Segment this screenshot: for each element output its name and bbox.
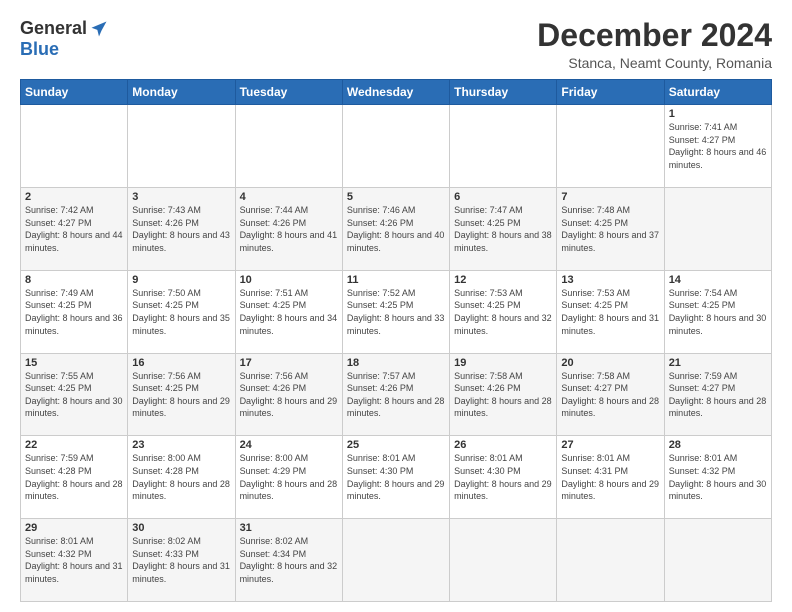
table-row	[450, 519, 557, 602]
table-row: 20Sunrise: 7:58 AMSunset: 4:27 PMDayligh…	[557, 353, 664, 436]
table-row: 13Sunrise: 7:53 AMSunset: 4:25 PMDayligh…	[557, 270, 664, 353]
empty-cell	[128, 105, 235, 188]
table-row: 7Sunrise: 7:48 AMSunset: 4:25 PMDaylight…	[557, 187, 664, 270]
table-row: 25Sunrise: 8:01 AMSunset: 4:30 PMDayligh…	[342, 436, 449, 519]
table-row: 9Sunrise: 7:50 AMSunset: 4:25 PMDaylight…	[128, 270, 235, 353]
col-thursday: Thursday	[450, 80, 557, 105]
header: General Blue December 2024 Stanca, Neamt…	[20, 18, 772, 71]
table-row	[342, 519, 449, 602]
col-wednesday: Wednesday	[342, 80, 449, 105]
table-row: 24Sunrise: 8:00 AMSunset: 4:29 PMDayligh…	[235, 436, 342, 519]
calendar-header-row: Sunday Monday Tuesday Wednesday Thursday…	[21, 80, 772, 105]
table-row: 11Sunrise: 7:52 AMSunset: 4:25 PMDayligh…	[342, 270, 449, 353]
table-row: 8Sunrise: 7:49 AMSunset: 4:25 PMDaylight…	[21, 270, 128, 353]
table-row: 1Sunrise: 7:41 AMSunset: 4:27 PMDaylight…	[664, 105, 771, 188]
table-row: 14Sunrise: 7:54 AMSunset: 4:25 PMDayligh…	[664, 270, 771, 353]
table-row: 10Sunrise: 7:51 AMSunset: 4:25 PMDayligh…	[235, 270, 342, 353]
table-row: 26Sunrise: 8:01 AMSunset: 4:30 PMDayligh…	[450, 436, 557, 519]
calendar-week-5: 22Sunrise: 7:59 AMSunset: 4:28 PMDayligh…	[21, 436, 772, 519]
empty-cell	[235, 105, 342, 188]
table-row: 22Sunrise: 7:59 AMSunset: 4:28 PMDayligh…	[21, 436, 128, 519]
main-title: December 2024	[537, 18, 772, 53]
col-monday: Monday	[128, 80, 235, 105]
col-sunday: Sunday	[21, 80, 128, 105]
calendar-table: Sunday Monday Tuesday Wednesday Thursday…	[20, 79, 772, 602]
table-row: 5Sunrise: 7:46 AMSunset: 4:26 PMDaylight…	[342, 187, 449, 270]
calendar-week-6: 29Sunrise: 8:01 AMSunset: 4:32 PMDayligh…	[21, 519, 772, 602]
table-row: 12Sunrise: 7:53 AMSunset: 4:25 PMDayligh…	[450, 270, 557, 353]
empty-cell	[557, 105, 664, 188]
col-saturday: Saturday	[664, 80, 771, 105]
table-row: 3Sunrise: 7:43 AMSunset: 4:26 PMDaylight…	[128, 187, 235, 270]
table-row: 21Sunrise: 7:59 AMSunset: 4:27 PMDayligh…	[664, 353, 771, 436]
calendar-week-3: 8Sunrise: 7:49 AMSunset: 4:25 PMDaylight…	[21, 270, 772, 353]
empty-cell	[450, 105, 557, 188]
table-row: 28Sunrise: 8:01 AMSunset: 4:32 PMDayligh…	[664, 436, 771, 519]
empty-cell	[21, 105, 128, 188]
table-row: 4Sunrise: 7:44 AMSunset: 4:26 PMDaylight…	[235, 187, 342, 270]
table-row: 18Sunrise: 7:57 AMSunset: 4:26 PMDayligh…	[342, 353, 449, 436]
table-row	[664, 519, 771, 602]
table-row: 31Sunrise: 8:02 AMSunset: 4:34 PMDayligh…	[235, 519, 342, 602]
empty-cell	[342, 105, 449, 188]
page: General Blue December 2024 Stanca, Neamt…	[0, 0, 792, 612]
logo-blue-text: Blue	[20, 39, 59, 59]
table-row: 23Sunrise: 8:00 AMSunset: 4:28 PMDayligh…	[128, 436, 235, 519]
calendar-week-4: 15Sunrise: 7:55 AMSunset: 4:25 PMDayligh…	[21, 353, 772, 436]
table-row	[664, 187, 771, 270]
table-row: 27Sunrise: 8:01 AMSunset: 4:31 PMDayligh…	[557, 436, 664, 519]
calendar-week-2: 2Sunrise: 7:42 AMSunset: 4:27 PMDaylight…	[21, 187, 772, 270]
table-row: 6Sunrise: 7:47 AMSunset: 4:25 PMDaylight…	[450, 187, 557, 270]
sub-title: Stanca, Neamt County, Romania	[537, 55, 772, 71]
title-area: December 2024 Stanca, Neamt County, Roma…	[537, 18, 772, 71]
logo-general-text: General	[20, 18, 87, 39]
table-row: 19Sunrise: 7:58 AMSunset: 4:26 PMDayligh…	[450, 353, 557, 436]
table-row: 15Sunrise: 7:55 AMSunset: 4:25 PMDayligh…	[21, 353, 128, 436]
col-tuesday: Tuesday	[235, 80, 342, 105]
logo-bird-icon	[89, 19, 109, 39]
calendar-week-1: 1Sunrise: 7:41 AMSunset: 4:27 PMDaylight…	[21, 105, 772, 188]
table-row: 17Sunrise: 7:56 AMSunset: 4:26 PMDayligh…	[235, 353, 342, 436]
col-friday: Friday	[557, 80, 664, 105]
table-row: 2Sunrise: 7:42 AMSunset: 4:27 PMDaylight…	[21, 187, 128, 270]
table-row: 16Sunrise: 7:56 AMSunset: 4:25 PMDayligh…	[128, 353, 235, 436]
table-row: 30Sunrise: 8:02 AMSunset: 4:33 PMDayligh…	[128, 519, 235, 602]
table-row: 29Sunrise: 8:01 AMSunset: 4:32 PMDayligh…	[21, 519, 128, 602]
logo: General Blue	[20, 18, 109, 60]
table-row	[557, 519, 664, 602]
